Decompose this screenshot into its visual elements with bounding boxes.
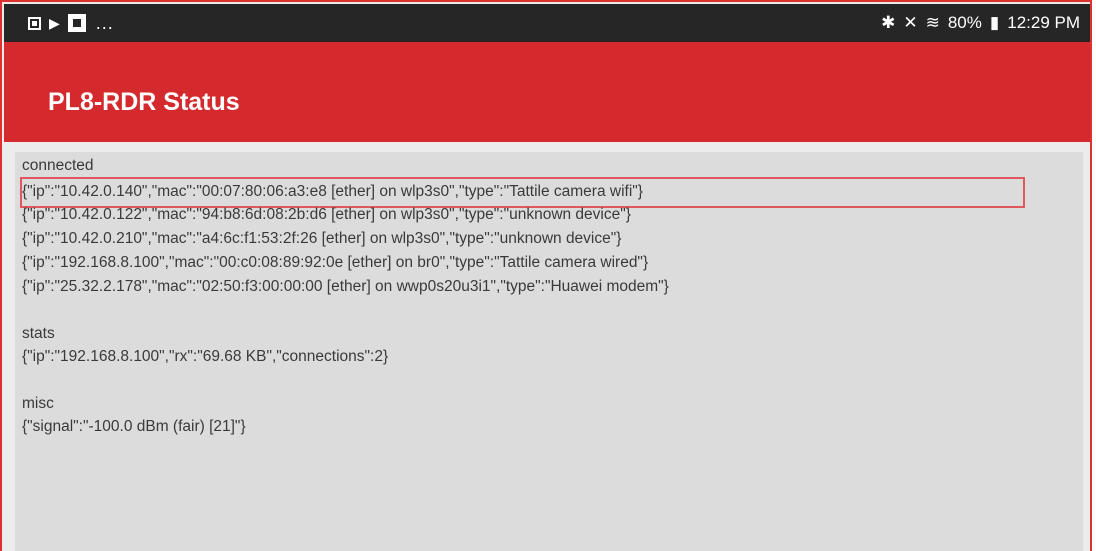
- connected-line: {"ip":"10.42.0.210","mac":"a4:6c:f1:53:2…: [22, 230, 622, 247]
- app-bar: PL8-RDR Status: [4, 42, 1090, 142]
- status-bar-notifications: ▶ ...: [28, 14, 114, 32]
- play-store-icon: ▶: [49, 15, 60, 31]
- section-heading-connected: connected: [22, 157, 94, 174]
- flipboard-icon: [67, 14, 86, 32]
- connected-line: {"ip":"10.42.0.122","mac":"94:b8:6d:08:2…: [22, 206, 631, 223]
- clock: 12:29 PM: [1007, 13, 1080, 32]
- connected-line: {"ip":"25.32.2.178","mac":"02:50:f3:00:0…: [22, 278, 669, 295]
- stats-line: {"ip":"192.168.8.100","rx":"69.68 KB","c…: [22, 348, 389, 365]
- notification-square-icon: [28, 16, 41, 30]
- device-frame: ▶ ... ✱ ✕ ≋ 80% ▮ 12:29 PM PL8-RDR Statu…: [0, 0, 1092, 551]
- status-bar: ▶ ... ✱ ✕ ≋ 80% ▮ 12:29 PM: [4, 4, 1090, 42]
- bluetooth-icon: ✱: [881, 13, 896, 32]
- section-heading-misc: misc: [22, 395, 54, 412]
- overflow-indicator: ...: [95, 13, 114, 33]
- page-title: PL8-RDR Status: [48, 88, 240, 116]
- status-bar-system: ✱ ✕ ≋ 80% ▮ 12:29 PM: [881, 13, 1080, 33]
- status-content[interactable]: connected {"ip":"10.42.0.140","mac":"00:…: [15, 152, 1083, 551]
- misc-line: {"signal":"-100.0 dBm (fair) [21]"}: [22, 418, 246, 435]
- connected-line: {"ip":"10.42.0.140","mac":"00:07:80:06:a…: [22, 183, 643, 200]
- battery-percent: 80%: [947, 13, 982, 32]
- connected-line: {"ip":"192.168.8.100","mac":"00:c0:08:89…: [22, 254, 649, 271]
- mute-icon: ✕: [903, 13, 918, 32]
- battery-icon: ▮: [989, 13, 1000, 32]
- wifi-icon: ≋: [925, 13, 940, 32]
- section-heading-stats: stats: [22, 325, 55, 342]
